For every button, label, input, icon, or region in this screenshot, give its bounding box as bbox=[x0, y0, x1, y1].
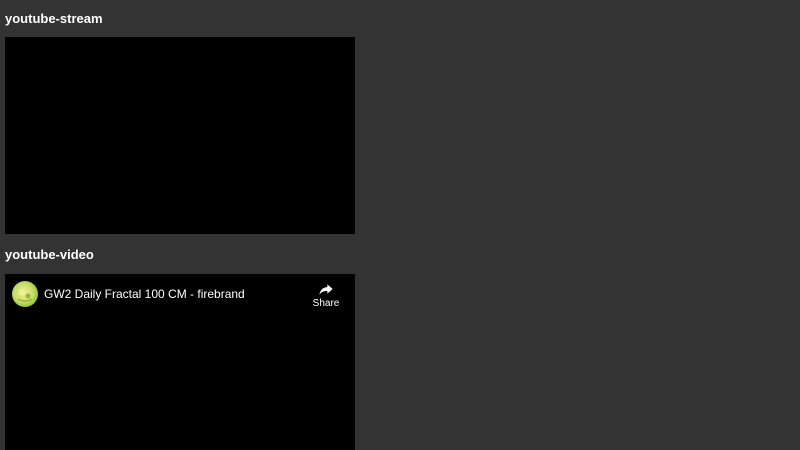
section-title-youtube-stream: youtube-stream bbox=[5, 11, 103, 26]
section-title-youtube-video: youtube-video bbox=[5, 247, 94, 262]
avatar-icon bbox=[17, 289, 33, 302]
share-label: Share bbox=[312, 298, 340, 309]
channel-avatar[interactable] bbox=[12, 281, 38, 307]
youtube-stream-player[interactable] bbox=[5, 37, 355, 234]
video-title[interactable]: GW2 Daily Fractal 100 CM - firebrand bbox=[44, 287, 245, 301]
youtube-video-player[interactable]: GW2 Daily Fractal 100 CM - firebrand Sha… bbox=[5, 274, 355, 450]
share-button[interactable]: Share bbox=[307, 281, 345, 310]
player-top-bar: GW2 Daily Fractal 100 CM - firebrand Sha… bbox=[5, 274, 355, 318]
share-arrow-icon bbox=[319, 284, 333, 295]
